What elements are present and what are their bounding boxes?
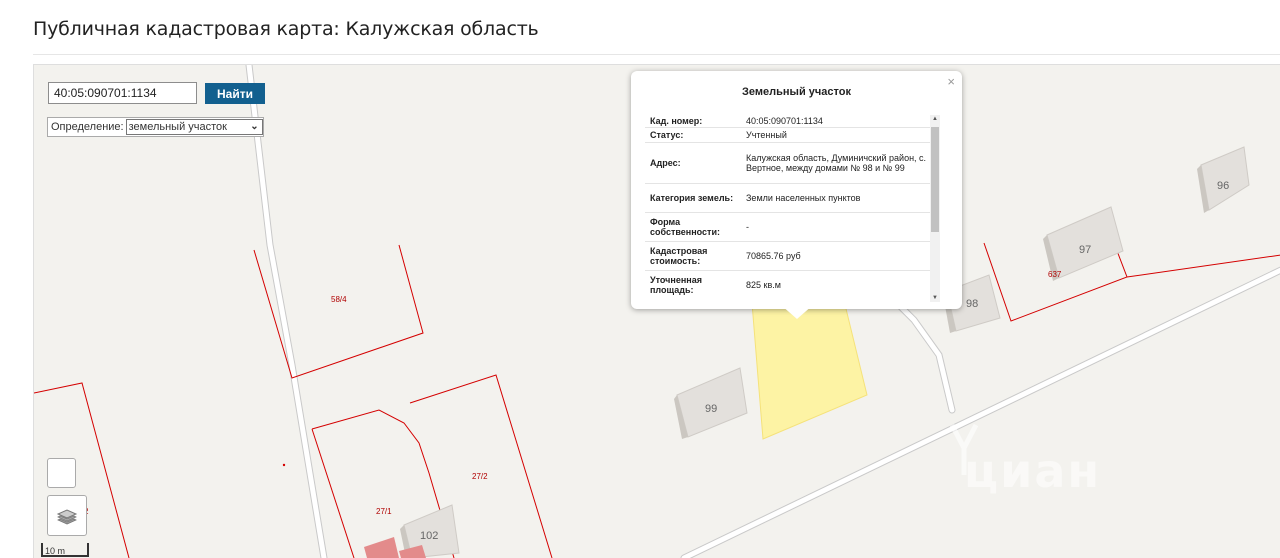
search-button[interactable]: Найти (205, 83, 265, 104)
info-key: Кад. номер: (650, 116, 703, 126)
definition-select[interactable]: земельный участок ⌄ (125, 119, 263, 135)
house-number: 96 (1217, 180, 1229, 192)
parcel-label: 637 (1048, 270, 1062, 279)
house-number: 102 (420, 530, 438, 542)
popup-title: Земельный участок (742, 86, 851, 98)
page-title: Публичная кадастровая карта: Калужская о… (33, 18, 539, 40)
info-value: 825 кв.м (746, 280, 781, 290)
map-tool-button[interactable] (47, 458, 76, 488)
info-row: Уточненная площадь: 825 кв.м (645, 271, 932, 299)
info-key: Категория земель: (650, 193, 734, 203)
info-key: Статус: (650, 130, 684, 140)
cadastral-number-input[interactable] (48, 82, 197, 104)
definition-filter: Определение: земельный участок ⌄ (47, 117, 264, 137)
info-row: Статус: Учтенный (645, 128, 932, 143)
house-number: 97 (1079, 244, 1091, 256)
parcel-info-table: Кад. номер: 40:05:090701:1134 Статус: Уч… (645, 115, 932, 299)
chevron-down-icon: ⌄ (250, 121, 259, 132)
info-value: - (746, 222, 749, 232)
scale-bar: 10 m (41, 543, 89, 557)
layers-button[interactable] (47, 495, 87, 536)
house-number: 98 (966, 298, 978, 310)
parcel-info-popup: × Земельный участок Кад. номер: 40:05:09… (631, 71, 962, 319)
popup-scrollbar[interactable]: ▲ ▼ (930, 115, 940, 302)
cadastral-map[interactable]: 96 97 98 99 102 58/4 637 27/1 27/2 2 циа… (33, 64, 1280, 558)
info-key: Адрес: (650, 158, 681, 168)
parcel-label: 27/2 (472, 472, 488, 481)
info-key: Уточненная площадь: (650, 275, 702, 295)
info-key: Кадастровая стоимость: (650, 246, 708, 266)
scroll-thumb[interactable] (931, 127, 939, 232)
title-divider (33, 54, 1280, 55)
info-row: Адрес: Калужская область, Думиничский ра… (645, 143, 932, 184)
info-value: 40:05:090701:1134 (746, 116, 823, 126)
scroll-up-icon[interactable]: ▲ (930, 116, 940, 122)
info-value: Калужская область, Думиничский район, с.… (746, 153, 927, 173)
info-row: Кад. номер: 40:05:090701:1134 (645, 115, 932, 128)
info-value: Земли населенных пунктов (746, 193, 861, 203)
info-value: 70865.76 руб (746, 251, 801, 261)
info-key: Форма собственности: (650, 217, 720, 237)
parcel-label: 58/4 (331, 295, 347, 304)
info-row: Кадастровая стоимость: 70865.76 руб (645, 242, 932, 271)
definition-label: Определение: (51, 121, 124, 133)
parcel-label: 27/1 (376, 507, 392, 516)
layers-icon (56, 508, 78, 524)
info-row: Категория земель: Земли населенных пункт… (645, 184, 932, 213)
watermark-text: циан (964, 444, 1102, 498)
info-row: Форма собственности: - (645, 213, 932, 242)
info-value: Учтенный (746, 130, 787, 140)
map-marker-dot (282, 463, 286, 467)
scroll-down-icon[interactable]: ▼ (930, 295, 940, 301)
cian-watermark: циан (939, 410, 1169, 520)
popup-pointer (781, 305, 813, 319)
definition-selected: земельный участок (128, 121, 227, 133)
house-number: 99 (705, 403, 717, 415)
search-bar: Найти (48, 82, 268, 106)
scale-label: 10 m (45, 546, 66, 556)
